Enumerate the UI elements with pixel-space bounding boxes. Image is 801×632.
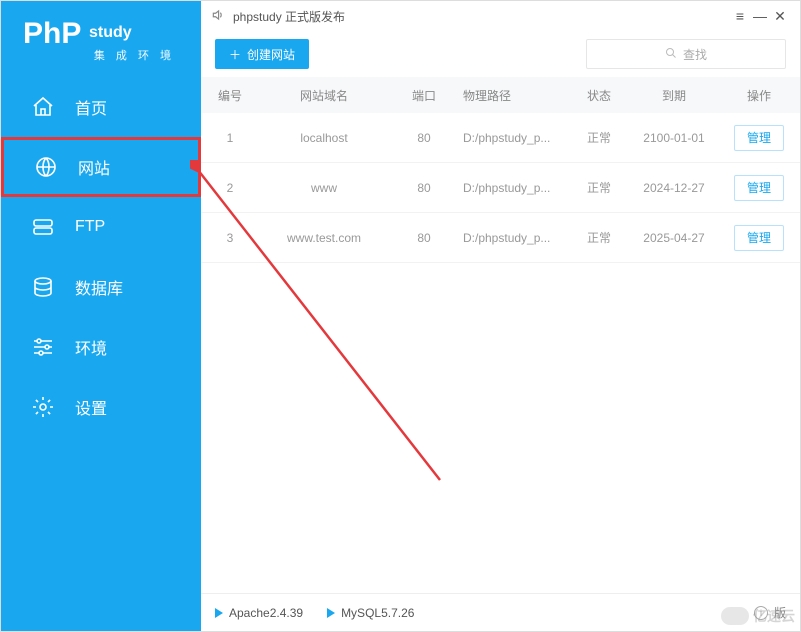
sidebar-item-home[interactable]: 首页: [1, 77, 201, 137]
service-mysql[interactable]: MySQL5.7.26: [327, 606, 414, 620]
service-label: MySQL5.7.26: [341, 606, 414, 620]
speaker-icon: [211, 8, 225, 25]
cell-no: 2: [201, 181, 259, 195]
cell-status: 正常: [569, 179, 629, 196]
cell-op: 管理: [719, 225, 799, 251]
app-window: PhP study 集 成 环 境 首页 网站: [0, 0, 801, 632]
logo-subtitle: 集 成 环 境: [23, 47, 179, 63]
nav-list: 首页 网站 FTP 数据库: [1, 77, 201, 437]
create-website-button[interactable]: ＋ 创建网站: [215, 39, 309, 69]
sidebar-item-label: 首页: [75, 95, 107, 119]
logo-main-a: PhP: [23, 17, 81, 50]
cell-path: D:/phpstudy_p...: [459, 181, 569, 195]
titlebar-text: phpstudy 正式版发布: [233, 8, 345, 25]
cell-expire: 2025-04-27: [629, 231, 719, 245]
sidebar-item-website[interactable]: 网站: [1, 137, 201, 197]
manage-button[interactable]: 管理: [734, 125, 784, 151]
th-domain: 网站域名: [259, 87, 389, 104]
logo-main-b: study: [89, 24, 132, 41]
cell-domain: www: [259, 181, 389, 195]
cell-domain: www.test.com: [259, 231, 389, 245]
play-icon: [215, 608, 223, 618]
sliders-icon: [29, 333, 57, 361]
sidebar-item-label: 数据库: [75, 275, 123, 299]
cell-path: D:/phpstudy_p...: [459, 231, 569, 245]
cell-op: 管理: [719, 125, 799, 151]
plus-icon: ＋: [229, 46, 241, 63]
cell-port: 80: [389, 181, 459, 195]
cell-status: 正常: [569, 229, 629, 246]
sidebar-item-environment[interactable]: 环境: [1, 317, 201, 377]
minimize-button[interactable]: —: [750, 9, 770, 23]
ftp-icon: [29, 213, 57, 241]
table-row[interactable]: 3 www.test.com 80 D:/phpstudy_p... 正常 20…: [201, 213, 800, 263]
cell-no: 1: [201, 131, 259, 145]
main-panel: phpstudy 正式版发布 ≡ — ✕ ＋ 创建网站 查找 编号 网站域名 端…: [201, 1, 800, 631]
th-status: 状态: [569, 87, 629, 104]
sidebar-item-label: 设置: [75, 395, 107, 419]
cell-port: 80: [389, 131, 459, 145]
cell-op: 管理: [719, 175, 799, 201]
cell-path: D:/phpstudy_p...: [459, 131, 569, 145]
search-input[interactable]: 查找: [586, 39, 786, 69]
th-port: 端口: [389, 87, 459, 104]
sidebar-item-label: 环境: [75, 335, 107, 359]
cell-port: 80: [389, 231, 459, 245]
th-path: 物理路径: [459, 87, 569, 104]
cell-status: 正常: [569, 129, 629, 146]
titlebar: phpstudy 正式版发布 ≡ — ✕: [201, 1, 800, 31]
search-placeholder: 查找: [683, 46, 707, 63]
create-label: 创建网站: [247, 46, 295, 63]
globe-icon: [32, 153, 60, 181]
th-no: 编号: [201, 87, 259, 104]
sidebar-item-ftp[interactable]: FTP: [1, 197, 201, 257]
cell-expire: 2024-12-27: [629, 181, 719, 195]
manage-button[interactable]: 管理: [734, 175, 784, 201]
table-row[interactable]: 1 localhost 80 D:/phpstudy_p... 正常 2100-…: [201, 113, 800, 163]
service-label: Apache2.4.39: [229, 606, 303, 620]
watermark: 亿速云: [721, 606, 795, 626]
sidebar-item-database[interactable]: 数据库: [1, 257, 201, 317]
cell-domain: localhost: [259, 131, 389, 145]
footer: Apache2.4.39 MySQL5.7.26 i 版: [201, 593, 800, 631]
cloud-icon: [721, 607, 749, 625]
th-op: 操作: [719, 87, 799, 104]
home-icon: [29, 93, 57, 121]
menu-icon[interactable]: ≡: [730, 9, 750, 23]
sidebar: PhP study 集 成 环 境 首页 网站: [1, 1, 201, 631]
cell-no: 3: [201, 231, 259, 245]
th-expire: 到期: [629, 87, 719, 104]
gear-icon: [29, 393, 57, 421]
table-row[interactable]: 2 www 80 D:/phpstudy_p... 正常 2024-12-27 …: [201, 163, 800, 213]
toolbar: ＋ 创建网站 查找: [201, 31, 800, 77]
play-icon: [327, 608, 335, 618]
manage-button[interactable]: 管理: [734, 225, 784, 251]
search-icon: [665, 47, 677, 62]
sidebar-item-label: 网站: [78, 155, 110, 179]
logo: PhP study 集 成 环 境: [1, 1, 201, 77]
service-apache[interactable]: Apache2.4.39: [215, 606, 303, 620]
database-icon: [29, 273, 57, 301]
sidebar-item-label: FTP: [75, 218, 105, 236]
sidebar-item-settings[interactable]: 设置: [1, 377, 201, 437]
close-button[interactable]: ✕: [770, 9, 790, 23]
watermark-text: 亿速云: [753, 606, 795, 626]
table-header: 编号 网站域名 端口 物理路径 状态 到期 操作: [201, 77, 800, 113]
cell-expire: 2100-01-01: [629, 131, 719, 145]
